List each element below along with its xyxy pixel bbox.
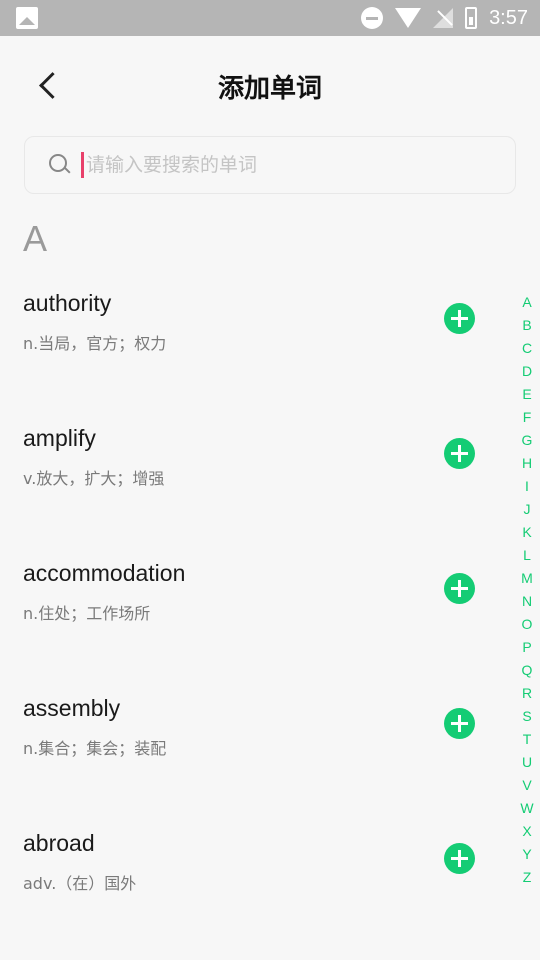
alpha-index-letter[interactable]: V: [522, 774, 531, 797]
alphabet-index: A B C D E F G H I J K L M N O P Q R S T …: [516, 291, 538, 889]
status-icons: 3:57: [361, 0, 528, 36]
alpha-index-letter[interactable]: S: [522, 705, 531, 728]
page-title: 添加单词: [217, 74, 322, 104]
alpha-index-letter[interactable]: L: [523, 544, 531, 567]
word-meaning: adv.（在）国外: [23, 874, 137, 893]
add-word-button[interactable]: [444, 843, 475, 874]
alpha-index-letter[interactable]: Y: [522, 843, 531, 866]
list-item: assembly n.集合；集会；装配: [0, 691, 500, 826]
list-item: accommodation n.住处；工作场所: [0, 556, 500, 691]
alpha-index-letter[interactable]: P: [522, 636, 531, 659]
add-word-button[interactable]: [444, 708, 475, 739]
list-item: abroad adv.（在）国外: [0, 826, 500, 960]
word-text: amplify: [23, 425, 96, 451]
alpha-index-letter[interactable]: O: [522, 613, 533, 636]
word-meaning: n.住处；工作场所: [23, 604, 151, 623]
alpha-index-letter[interactable]: R: [522, 682, 532, 705]
alpha-index-letter[interactable]: M: [521, 567, 533, 590]
word-meaning: v.放大，扩大；增强: [23, 469, 165, 488]
word-meaning: n.当局，官方；权力: [23, 334, 167, 353]
word-text: assembly: [23, 695, 121, 721]
alpha-index-letter[interactable]: H: [522, 452, 532, 475]
search-icon: [49, 154, 71, 176]
alpha-index-letter[interactable]: B: [522, 314, 531, 337]
word-text: abroad: [23, 830, 95, 856]
word-text: authority: [23, 290, 112, 316]
alpha-index-letter[interactable]: W: [520, 797, 533, 820]
alpha-index-letter[interactable]: N: [522, 590, 532, 613]
alpha-index-letter[interactable]: X: [522, 820, 531, 843]
list-item: amplify v.放大，扩大；增强: [0, 421, 500, 556]
alpha-index-letter[interactable]: D: [522, 360, 532, 383]
alpha-index-letter[interactable]: A: [522, 291, 531, 314]
word-list: authority n.当局，官方；权力 amplify v.放大，扩大；增强 …: [0, 286, 500, 960]
alpha-index-letter[interactable]: F: [523, 406, 532, 429]
section-header-letter: A: [23, 218, 48, 259]
add-word-button[interactable]: [444, 303, 475, 334]
alpha-index-letter[interactable]: E: [522, 383, 531, 406]
header: 添加单词: [0, 36, 540, 136]
status-bar: 3:57: [0, 0, 540, 36]
add-word-button[interactable]: [444, 573, 475, 604]
search-bar[interactable]: [24, 136, 516, 194]
do-not-disturb-icon: [361, 7, 384, 29]
signal-off-icon: [433, 8, 454, 28]
word-meaning: n.集合；集会；装配: [23, 739, 167, 758]
text-caret: [81, 152, 84, 178]
alpha-index-letter[interactable]: Q: [522, 659, 533, 682]
add-word-button[interactable]: [444, 438, 475, 469]
alpha-index-letter[interactable]: Z: [523, 866, 532, 889]
alpha-index-letter[interactable]: U: [522, 751, 532, 774]
wifi-icon: [395, 8, 422, 28]
alpha-index-letter[interactable]: C: [522, 337, 532, 360]
battery-icon: [465, 7, 478, 29]
alpha-index-letter[interactable]: I: [525, 475, 529, 498]
alpha-index-letter[interactable]: G: [522, 429, 533, 452]
gallery-icon: [16, 7, 38, 29]
alpha-index-letter[interactable]: T: [523, 728, 532, 751]
alpha-index-letter[interactable]: J: [524, 498, 531, 521]
alpha-index-letter[interactable]: K: [522, 521, 531, 544]
search-input[interactable]: [86, 154, 486, 176]
word-text: accommodation: [23, 560, 186, 586]
status-time: 3:57: [489, 6, 528, 29]
list-item: authority n.当局，官方；权力: [0, 286, 500, 421]
